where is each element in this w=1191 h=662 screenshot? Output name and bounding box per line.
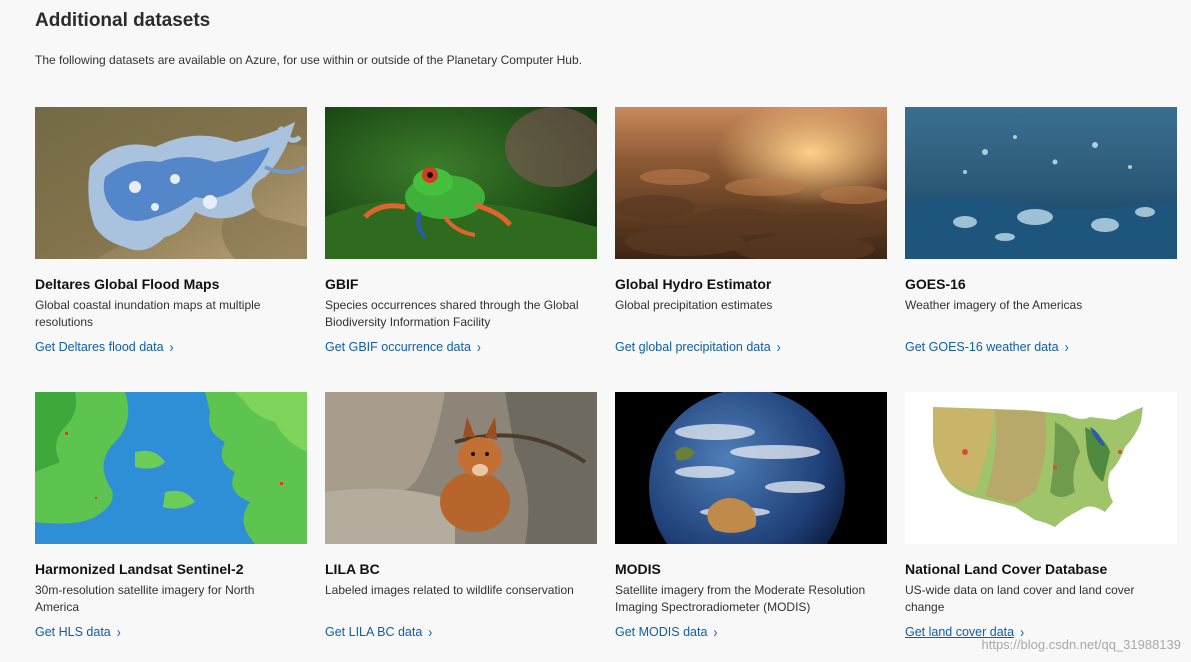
chevron-right-icon: › <box>476 338 481 356</box>
get-modis-data-link[interactable]: Get MODIS data › <box>615 623 718 641</box>
landsat-coast-thumbnail[interactable] <box>35 392 307 544</box>
link-label: Get Deltares flood data <box>35 340 164 354</box>
card-title: Deltares Global Flood Maps <box>35 276 220 292</box>
card-title: Harmonized Landsat Sentinel-2 <box>35 561 244 577</box>
dataset-card-lila-bc: LILA BC Labeled images related to wildli… <box>325 392 597 662</box>
link-label: Get LILA BC data <box>325 625 423 639</box>
card-description: US-wide data on land cover and land cove… <box>905 583 1135 614</box>
dataset-card-deltares: Deltares Global Flood Maps Global coasta… <box>35 107 307 392</box>
dataset-card-goes-16: GOES-16 Weather imagery of the Americas … <box>905 107 1177 392</box>
card-title: MODIS <box>615 561 661 577</box>
get-hls-data-link[interactable]: Get HLS data › <box>35 623 121 641</box>
flood-map-thumbnail[interactable] <box>35 107 307 259</box>
card-description: Weather imagery of the Americas <box>905 298 1083 312</box>
card-title: Global Hydro Estimator <box>615 276 772 292</box>
get-lila-bc-data-link[interactable]: Get LILA BC data › <box>325 623 433 641</box>
card-title: National Land Cover Database <box>905 561 1108 577</box>
section-title: Additional datasets <box>35 10 211 31</box>
card-description: Satellite imagery from the Moderate Reso… <box>615 583 866 614</box>
get-goes-16-weather-data-link[interactable]: Get GOES-16 weather data › <box>905 338 1069 356</box>
card-title: GBIF <box>325 276 359 292</box>
card-description: 30m-resolution satellite imagery for Nor… <box>35 583 255 614</box>
chevron-right-icon: › <box>776 338 781 356</box>
tree-frog-thumbnail[interactable] <box>325 107 597 259</box>
datasets-page: Additional datasets The following datase… <box>0 0 1191 662</box>
card-description: Labeled images related to wildlife conse… <box>325 583 574 597</box>
rain-water-thumbnail[interactable] <box>905 107 1177 259</box>
dataset-grid: Deltares Global Flood Maps Global coasta… <box>35 107 1177 662</box>
get-gbif-occurrence-data-link[interactable]: Get GBIF occurrence data › <box>325 338 481 356</box>
chevron-right-icon: › <box>428 623 433 641</box>
chevron-right-icon: › <box>169 338 174 356</box>
card-description: Global precipitation estimates <box>615 298 773 312</box>
link-label: Get GBIF occurrence data <box>325 340 471 354</box>
dataset-card-modis: MODIS Satellite imagery from the Moderat… <box>615 392 887 662</box>
card-title: GOES-16 <box>905 276 966 292</box>
chevron-right-icon: › <box>1064 338 1069 356</box>
card-title: LILA BC <box>325 561 380 577</box>
clouds-sunset-thumbnail[interactable] <box>615 107 887 259</box>
link-label: Get GOES-16 weather data <box>905 340 1059 354</box>
link-label: Get global precipitation data <box>615 340 771 354</box>
get-deltares-flood-data-link[interactable]: Get Deltares flood data › <box>35 338 174 356</box>
chevron-right-icon: › <box>713 623 718 641</box>
us-land-cover-thumbnail[interactable] <box>905 392 1177 544</box>
section-intro: The following datasets are available on … <box>35 53 582 67</box>
link-label: Get HLS data <box>35 625 111 639</box>
watermark: https://blog.csdn.net/qq_31988139 <box>981 637 1182 652</box>
dataset-card-nlcd: National Land Cover Database US-wide dat… <box>905 392 1177 662</box>
dataset-card-global-hydro-estimator: Global Hydro Estimator Global precipitat… <box>615 107 887 392</box>
dataset-card-gbif: GBIF Species occurrences shared through … <box>325 107 597 392</box>
get-global-precipitation-data-link[interactable]: Get global precipitation data › <box>615 338 781 356</box>
earth-globe-thumbnail[interactable] <box>615 392 887 544</box>
fox-thumbnail[interactable] <box>325 392 597 544</box>
card-description: Global coastal inundation maps at multip… <box>35 298 261 329</box>
dataset-card-hls: Harmonized Landsat Sentinel-2 30m-resolu… <box>35 392 307 662</box>
link-label: Get MODIS data <box>615 625 708 639</box>
card-description: Species occurrences shared through the G… <box>325 298 579 329</box>
chevron-right-icon: › <box>116 623 121 641</box>
